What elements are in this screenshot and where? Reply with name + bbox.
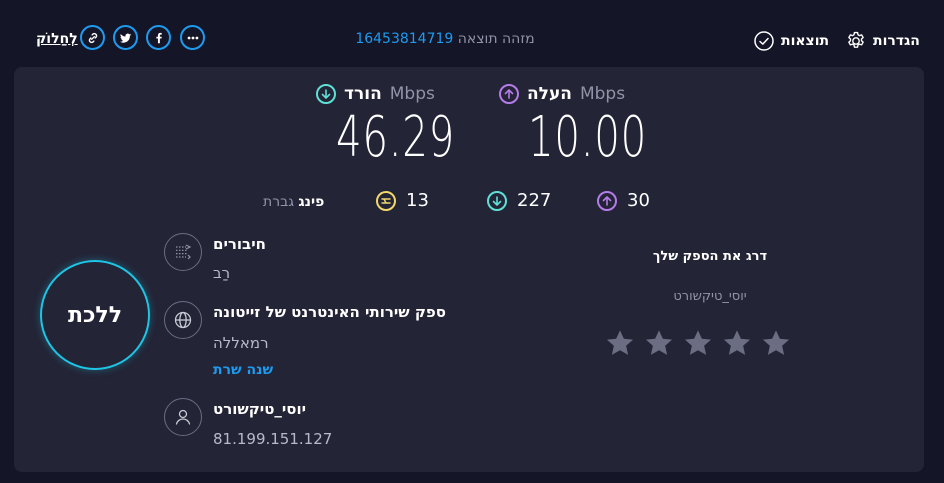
upload-arrow-icon: [499, 84, 519, 104]
host-ip: 81.199.151.127: [213, 430, 333, 448]
results-nav[interactable]: תוצאות: [753, 30, 829, 52]
download-arrow-icon: [316, 84, 336, 104]
ping-title: פינג: [298, 194, 325, 210]
isp-name: ספק שירותי האינטרנט של זייטונה: [213, 303, 446, 321]
ping-label: פינג גברת: [263, 194, 324, 210]
globe-icon: [164, 301, 202, 339]
isp-location: רמאללה: [213, 334, 269, 352]
ping-download-icon: [487, 190, 507, 211]
gear-icon: [848, 31, 864, 48]
share-twitter-button[interactable]: [113, 25, 138, 50]
top-bar: לְחַלוֹק מזהה תוצאה 16453814719 תוצאות ה…: [0, 0, 944, 64]
ping-idle-value: 13: [406, 190, 429, 211]
download-speed-value: 46.29: [336, 105, 456, 170]
star-icon[interactable]: [682, 327, 714, 359]
upload-header: העלה Mbps: [499, 84, 625, 104]
go-button[interactable]: ללכת: [40, 260, 150, 370]
star-icon[interactable]: [721, 327, 753, 359]
rating-stars: [604, 327, 792, 359]
more-options-button[interactable]: [180, 25, 205, 50]
change-server-link[interactable]: שנה שרת: [213, 362, 273, 378]
ping-idle-icon: [376, 190, 396, 211]
more-dots-icon: [187, 36, 198, 39]
upload-speed-value: 10.00: [528, 105, 648, 170]
star-icon[interactable]: [604, 327, 636, 359]
settings-nav[interactable]: הגדרות: [845, 30, 920, 52]
link-icon: [88, 32, 97, 43]
rate-provider-title: דרג את הספק שלך: [652, 249, 768, 264]
star-icon[interactable]: [760, 327, 792, 359]
star-icon[interactable]: [643, 327, 675, 359]
ping-download-value: 227: [517, 190, 552, 211]
result-id-number[interactable]: 16453814719: [355, 31, 453, 47]
result-id-label: מזהה תוצאה: [457, 31, 535, 47]
check-circle-icon: [754, 31, 774, 51]
connections-title: חיבורים: [213, 235, 266, 253]
host-name: יוסי_טיקשורט: [213, 400, 307, 418]
upload-label: העלה: [527, 84, 572, 104]
share-facebook-button[interactable]: [146, 25, 171, 50]
ping-idle: 13: [376, 190, 429, 211]
ping-upload-icon: [597, 190, 617, 211]
share-label[interactable]: לְחַלוֹק: [36, 31, 78, 47]
ping-unit: גברת: [263, 194, 294, 210]
connections-icon[interactable]: [164, 233, 202, 271]
result-id: מזהה תוצאה 16453814719: [300, 31, 590, 47]
user-icon: [164, 398, 202, 436]
rate-provider-name: יוסי_טיקשורט: [673, 289, 747, 304]
settings-label: הגדרות: [873, 33, 920, 49]
download-header: הורד Mbps: [316, 84, 435, 104]
twitter-icon: [119, 33, 131, 43]
upload-unit: Mbps: [579, 84, 626, 104]
share-link-button[interactable]: [80, 25, 105, 50]
download-label: הורד: [344, 84, 382, 104]
results-card: הורד Mbps 46.29 העלה Mbps 10.00 פינג גבר…: [14, 67, 924, 472]
ping-upload: 30: [597, 190, 650, 211]
ping-download: 227: [487, 190, 551, 211]
facebook-icon: [155, 32, 162, 43]
results-label: תוצאות: [781, 33, 830, 49]
ping-upload-value: 30: [627, 190, 650, 211]
download-unit: Mbps: [389, 84, 435, 104]
connections-value: רַב: [213, 264, 231, 282]
